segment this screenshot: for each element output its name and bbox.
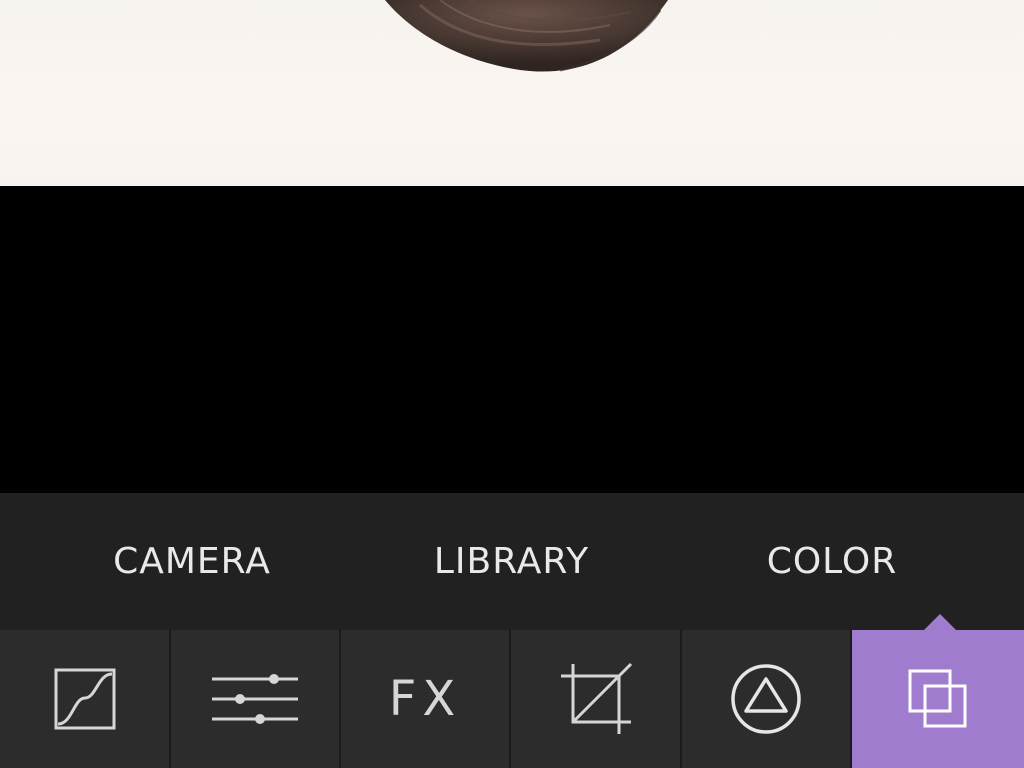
camera-button[interactable]: CAMERA — [0, 493, 384, 630]
layers-icon — [907, 668, 969, 730]
curves-icon — [54, 668, 116, 730]
canvas-background — [0, 186, 1024, 493]
library-button[interactable]: LIBRARY — [341, 493, 682, 630]
library-button-label: LIBRARY — [433, 541, 590, 582]
tool-adjust[interactable] — [171, 630, 341, 768]
tool-vignette[interactable] — [682, 630, 852, 768]
hair-bun-image — [385, 0, 668, 72]
tool-bar: FX — [0, 630, 1024, 768]
crop-icon — [559, 662, 633, 736]
sliders-icon — [210, 669, 300, 729]
tool-layers[interactable] — [852, 630, 1024, 768]
triangle-circle-icon — [730, 663, 802, 735]
tool-crop[interactable] — [511, 630, 682, 768]
active-tool-caret — [924, 614, 956, 630]
photo-preview — [0, 0, 1024, 186]
camera-button-label: CAMERA — [113, 541, 271, 582]
tool-fx[interactable]: FX — [341, 630, 511, 768]
fx-icon: FX — [388, 671, 462, 727]
color-button-label: COLOR — [766, 541, 898, 582]
color-button[interactable]: COLOR — [660, 493, 1004, 630]
source-bar: CAMERA LIBRARY COLOR — [0, 493, 1024, 630]
tool-curves[interactable] — [0, 630, 171, 768]
